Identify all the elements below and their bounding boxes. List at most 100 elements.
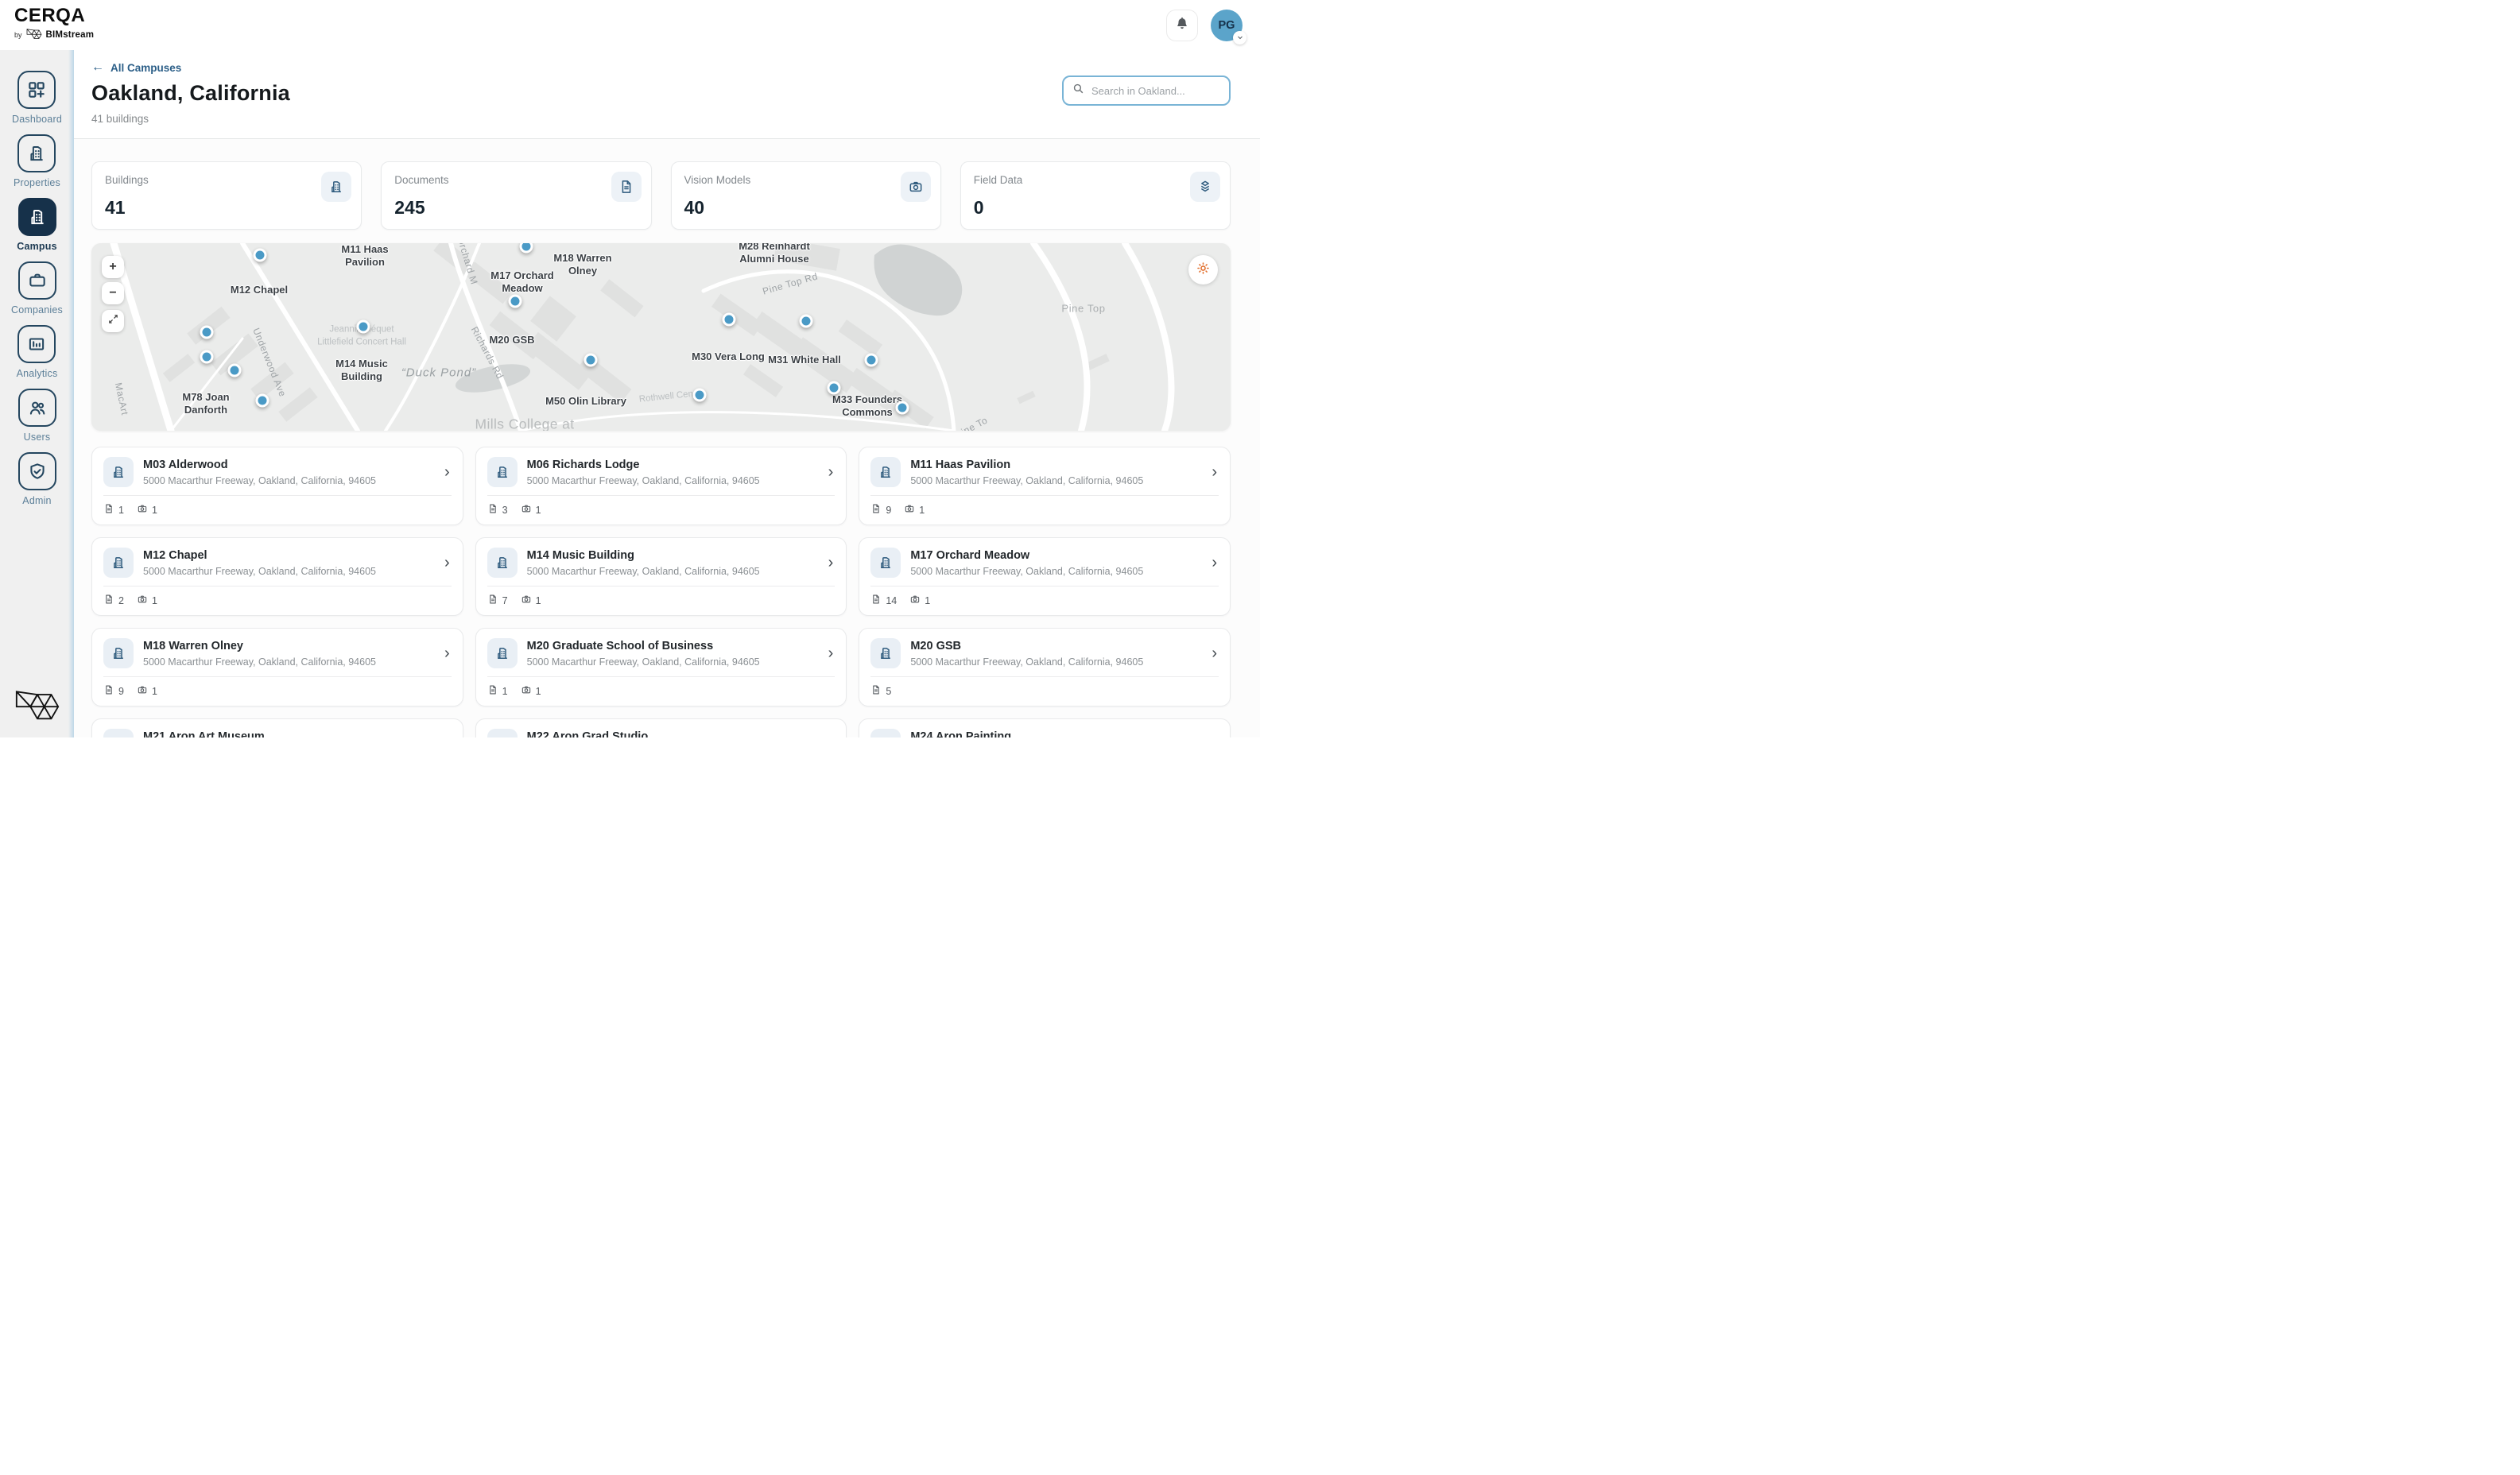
page-title: Oakland, California xyxy=(91,81,1231,106)
cerqa-logo: CERQA by BIMstream xyxy=(14,6,94,44)
campus-search xyxy=(1062,75,1231,106)
building-map-marker[interactable] xyxy=(228,364,242,377)
stat-value: 40 xyxy=(684,197,705,219)
sidebar-item-users[interactable]: Users xyxy=(18,389,56,443)
chevron-right-icon: › xyxy=(828,645,834,661)
building-card[interactable]: M12 Chapel5000 Macarthur Freeway, Oaklan… xyxy=(91,537,463,616)
stat-label: Documents xyxy=(394,174,638,186)
camera-icon xyxy=(137,503,148,517)
building-name: M11 Haas Pavilion xyxy=(910,459,1143,471)
building-card[interactable]: M20 Graduate School of Business5000 Maca… xyxy=(475,628,847,707)
sidebar-item-label: Admin xyxy=(22,495,51,506)
chevron-right-icon: › xyxy=(444,736,450,738)
bell-icon xyxy=(1174,15,1190,35)
user-avatar[interactable]: PG xyxy=(1211,10,1243,41)
sidebar-item-label: Analytics xyxy=(17,368,58,379)
sidebar-item-companies[interactable]: Companies xyxy=(11,261,63,316)
map-expand-button[interactable] xyxy=(102,310,124,332)
building-icon xyxy=(870,729,901,738)
users-icon xyxy=(18,389,56,427)
building-map-marker[interactable] xyxy=(865,354,878,367)
stat-value: 0 xyxy=(974,197,984,219)
building-icon xyxy=(103,729,134,738)
document-icon xyxy=(487,684,498,698)
building-map-marker[interactable] xyxy=(584,354,598,367)
building-map-marker[interactable] xyxy=(800,315,813,328)
building-icon xyxy=(870,457,901,487)
building-map-marker[interactable] xyxy=(357,320,370,334)
sidebar-item-analytics[interactable]: Analytics xyxy=(17,325,58,379)
building-name: M03 Alderwood xyxy=(143,459,376,471)
building-card[interactable]: M21 Aron Art Museum5000 Macarthur Freewa… xyxy=(91,718,463,738)
document-icon xyxy=(103,594,114,607)
chevron-right-icon: › xyxy=(1212,555,1217,571)
document-icon xyxy=(103,684,114,698)
document-icon xyxy=(611,172,642,202)
building-name: M20 Graduate School of Business xyxy=(527,640,760,652)
building-card[interactable]: M03 Alderwood5000 Macarthur Freeway, Oak… xyxy=(91,447,463,525)
logo-by: by xyxy=(14,32,22,39)
building-map-marker[interactable] xyxy=(256,394,269,408)
documents-count: 2 xyxy=(103,594,124,607)
building-card[interactable]: M06 Richards Lodge5000 Macarthur Freeway… xyxy=(475,447,847,525)
bimstream-logo xyxy=(12,686,63,728)
building-map-marker[interactable] xyxy=(896,401,909,415)
building-card-footer: 11 xyxy=(487,677,835,698)
building-card-footer: 21 xyxy=(103,587,452,607)
sidebar-item-dashboard[interactable]: Dashboard xyxy=(12,71,62,125)
photos-count: 1 xyxy=(137,684,157,698)
map-style-toggle-button[interactable] xyxy=(1188,255,1218,285)
document-icon xyxy=(487,503,498,517)
avatar-initials: PG xyxy=(1219,19,1235,32)
building-icon xyxy=(487,548,518,578)
building-map-marker[interactable] xyxy=(254,249,267,262)
sidebar-item-admin[interactable]: Admin xyxy=(18,452,56,506)
building-card[interactable]: M11 Haas Pavilion5000 Macarthur Freeway,… xyxy=(859,447,1231,525)
document-icon xyxy=(870,503,882,517)
document-icon xyxy=(870,594,882,607)
document-icon xyxy=(487,594,498,607)
building-card[interactable]: M20 GSB5000 Macarthur Freeway, Oakland, … xyxy=(859,628,1231,707)
document-icon xyxy=(103,503,114,517)
stat-label: Buildings xyxy=(105,174,348,186)
photos-count: 1 xyxy=(521,684,541,698)
sidebar-item-properties[interactable]: Properties xyxy=(14,134,60,188)
building-card[interactable]: M22 Aron Grad Studio5000 Macarthur Freew… xyxy=(475,718,847,738)
camera-icon xyxy=(137,594,148,607)
building-card[interactable]: M14 Music Building5000 Macarthur Freeway… xyxy=(475,537,847,616)
building-card[interactable]: M18 Warren Olney5000 Macarthur Freeway, … xyxy=(91,628,463,707)
building-map-marker[interactable] xyxy=(693,389,707,402)
building-card[interactable]: M17 Orchard Meadow5000 Macarthur Freeway… xyxy=(859,537,1231,616)
stats-row: Buildings41Documents245Vision Models40Fi… xyxy=(91,161,1231,230)
building-icon xyxy=(103,548,134,578)
stat-card-vision-models: Vision Models40 xyxy=(671,161,941,230)
building-address: 5000 Macarthur Freeway, Oakland, Califor… xyxy=(910,656,1143,668)
building-map-marker[interactable] xyxy=(723,313,736,327)
sidebar-item-campus[interactable]: Campus xyxy=(17,198,57,252)
documents-count: 1 xyxy=(103,503,124,517)
back-arrow-icon: ← xyxy=(91,61,104,74)
building-map-marker[interactable] xyxy=(200,350,214,364)
sidebar-item-label: Dashboard xyxy=(12,114,62,125)
campus-map[interactable]: M11 Haas PavilionM18 Warren OlneyM28 Rei… xyxy=(91,243,1231,431)
building-address: 5000 Macarthur Freeway, Oakland, Califor… xyxy=(143,656,376,668)
building-address: 5000 Macarthur Freeway, Oakland, Califor… xyxy=(527,566,760,577)
layers-icon xyxy=(1190,172,1220,202)
documents-count: 14 xyxy=(870,594,897,607)
building-card[interactable]: M24 Aron Painting5000 Macarthur Freeway,… xyxy=(859,718,1231,738)
notifications-button[interactable] xyxy=(1166,10,1198,41)
building-icon xyxy=(17,134,56,172)
chart-icon xyxy=(17,325,56,363)
logo-title: CERQA xyxy=(14,6,94,25)
building-map-marker[interactable] xyxy=(200,326,214,339)
building-icon xyxy=(870,638,901,668)
chevron-right-icon: › xyxy=(828,736,834,738)
map-zoom-in-button[interactable]: + xyxy=(102,256,124,278)
search-input[interactable] xyxy=(1091,85,1221,97)
building-card-footer: 31 xyxy=(487,496,835,517)
building-map-marker[interactable] xyxy=(509,295,522,308)
back-to-campuses-link[interactable]: ← All Campuses xyxy=(91,61,181,74)
building-map-marker[interactable] xyxy=(828,381,841,395)
map-zoom-out-button[interactable]: − xyxy=(102,282,124,304)
chevron-right-icon: › xyxy=(444,464,450,480)
